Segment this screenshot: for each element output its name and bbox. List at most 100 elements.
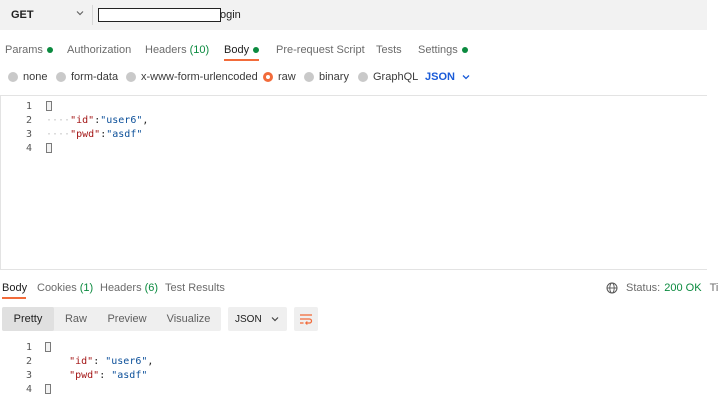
json-value: "asdf" (106, 129, 143, 140)
json-key: "id" (70, 115, 95, 126)
response-tab-headers-label: Headers (100, 282, 142, 294)
tab-body-label: Body (224, 44, 250, 56)
body-format-label: JSON (425, 71, 455, 83)
response-tab-test-results[interactable]: Test Results (165, 281, 225, 295)
line-number: 3 (25, 370, 32, 381)
line-number: 2 (25, 115, 32, 126)
json-value: "asdf" (111, 370, 148, 381)
tab-headers[interactable]: Headers (10) (145, 42, 209, 58)
radio-form-data-circle (56, 72, 66, 82)
line-number: 2 (25, 356, 32, 367)
radio-form-data-label: form-data (71, 71, 119, 83)
response-view-tabs: Pretty Raw Preview Visualize (2, 307, 221, 331)
code-line (45, 342, 51, 353)
params-indicator-dot (46, 47, 53, 53)
tab-pre-request-label: Pre-request Script (276, 44, 365, 56)
line-number: 4 (25, 143, 32, 154)
chevron-down-icon (462, 75, 470, 80)
radio-urlencoded[interactable]: x-www-form-urlencoded (126, 69, 258, 85)
response-code[interactable]: "id": "user6", "pwd": "asdf" (45, 342, 345, 400)
radio-none[interactable]: none (8, 69, 47, 85)
radio-urlencoded-circle (126, 72, 136, 82)
tab-headers-label: Headers (145, 44, 187, 56)
view-visualize[interactable]: Visualize (156, 307, 221, 331)
response-cookies-count: (1) (79, 282, 94, 294)
radio-graphql-circle (358, 72, 368, 82)
json-key: "pwd" (69, 370, 100, 381)
response-headers-count: (6) (144, 282, 159, 294)
line-number: 4 (25, 384, 32, 395)
radio-binary-label: binary (319, 71, 349, 83)
radio-raw-circle (263, 72, 273, 82)
fold-close-brace-icon (46, 143, 52, 153)
line-number: 1 (25, 101, 32, 112)
code-line: ····"pwd":"asdf" (46, 129, 143, 140)
response-tab-body-label: Body (2, 282, 28, 294)
settings-indicator-dot (461, 47, 468, 53)
code-line: ····"id":"user6", (46, 115, 149, 126)
tab-tests-label: Tests (376, 44, 402, 56)
tab-params-label: Params (5, 44, 43, 56)
chevron-down-icon (76, 11, 84, 16)
radio-binary[interactable]: binary (304, 69, 349, 85)
response-tab-cookies[interactable]: Cookies (1) (37, 281, 93, 295)
json-value: "user6" (105, 356, 148, 367)
radio-urlencoded-label: x-www-form-urlencoded (141, 71, 258, 83)
fold-open-brace-icon (46, 101, 52, 111)
wrap-lines-icon (300, 314, 313, 325)
tab-settings[interactable]: Settings (418, 42, 468, 58)
view-preview[interactable]: Preview (98, 307, 156, 331)
radio-form-data[interactable]: form-data (56, 69, 118, 85)
response-format-select[interactable]: JSON (228, 307, 287, 331)
code-line: "pwd": "asdf" (69, 370, 148, 381)
code-line (46, 101, 52, 112)
radio-binary-circle (304, 72, 314, 82)
tab-body[interactable]: Body (224, 42, 260, 58)
tab-headers-count: (10) (189, 44, 210, 56)
radio-none-circle (8, 72, 18, 82)
radio-raw[interactable]: raw (263, 69, 296, 85)
time-label-truncated: Ti (709, 282, 719, 294)
response-tab-test-results-label: Test Results (165, 282, 225, 294)
response-status: Status: 200 OK Ti (606, 281, 718, 295)
chevron-down-icon (271, 317, 279, 322)
code-line (45, 384, 51, 395)
tab-tests[interactable]: Tests (376, 42, 402, 58)
json-key: "pwd" (70, 129, 101, 140)
body-format-select[interactable]: JSON (425, 69, 471, 85)
response-tab-body[interactable]: Body (2, 281, 27, 295)
radio-graphql-label: GraphQL (373, 71, 419, 83)
request-code: ····"id":"user6", ····"pwd":"asdf" (46, 101, 346, 161)
method-select[interactable]: GET (0, 3, 92, 27)
globe-icon[interactable] (606, 282, 618, 294)
active-tab-underline (224, 59, 259, 61)
line-number: 1 (25, 342, 32, 353)
radio-none-label: none (23, 71, 48, 83)
response-tab-headers[interactable]: Headers (6) (100, 281, 158, 295)
radio-graphql[interactable]: GraphQL (358, 69, 418, 85)
json-key: "id" (69, 356, 94, 367)
response-tab-cookies-label: Cookies (37, 282, 77, 294)
status-label: Status: (626, 282, 661, 294)
wrap-lines-button[interactable] (294, 307, 318, 331)
tab-authorization-label: Authorization (67, 44, 132, 56)
response-active-underline (2, 297, 26, 299)
view-pretty[interactable]: Pretty (2, 307, 54, 331)
view-raw[interactable]: Raw (54, 307, 98, 331)
response-format-label: JSON (235, 313, 262, 325)
line-number: 3 (25, 129, 32, 140)
url-input[interactable] (98, 8, 221, 22)
tab-settings-label: Settings (418, 44, 458, 56)
code-line (46, 143, 52, 154)
code-line: "id": "user6", (69, 356, 154, 367)
fold-open-brace-icon (45, 342, 51, 352)
method-label: GET (11, 9, 34, 21)
body-indicator-dot (253, 47, 260, 53)
status-value: 200 OK (664, 282, 702, 294)
fold-close-brace-icon (45, 384, 51, 394)
url-suffix-text: ogin (220, 9, 241, 21)
url-divider (92, 5, 93, 25)
tab-pre-request-script[interactable]: Pre-request Script (276, 42, 365, 58)
tab-authorization[interactable]: Authorization (67, 42, 131, 58)
tab-params[interactable]: Params (5, 42, 53, 58)
